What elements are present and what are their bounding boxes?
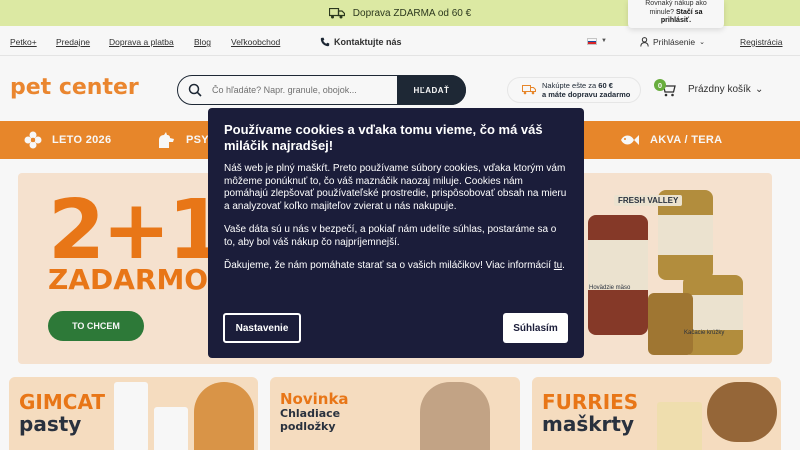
cookie-info-link[interactable]: tu — [554, 260, 562, 271]
cookie-paragraph-2: Vaše dáta sú u nás v bezpečí, a pokiaľ n… — [224, 224, 557, 248]
cookie-consent-dialog: Používame cookies a vďaka tomu vieme, čo… — [208, 108, 584, 358]
cookie-paragraph-1: Náš web je plný maškŕt. Preto používame … — [224, 163, 567, 212]
cookie-settings-button[interactable]: Nastavenie — [223, 313, 301, 343]
cookie-p3-text: Ďakujeme, že nám pomáhate starať sa o va… — [224, 260, 554, 271]
cookie-title: Používame cookies a vďaka tomu vieme, čo… — [224, 122, 543, 153]
cookie-accept-button[interactable]: Súhlasím — [503, 313, 568, 343]
cookie-paragraph-3: Ďakujeme, že nám pomáhate starať sa o va… — [224, 260, 565, 271]
